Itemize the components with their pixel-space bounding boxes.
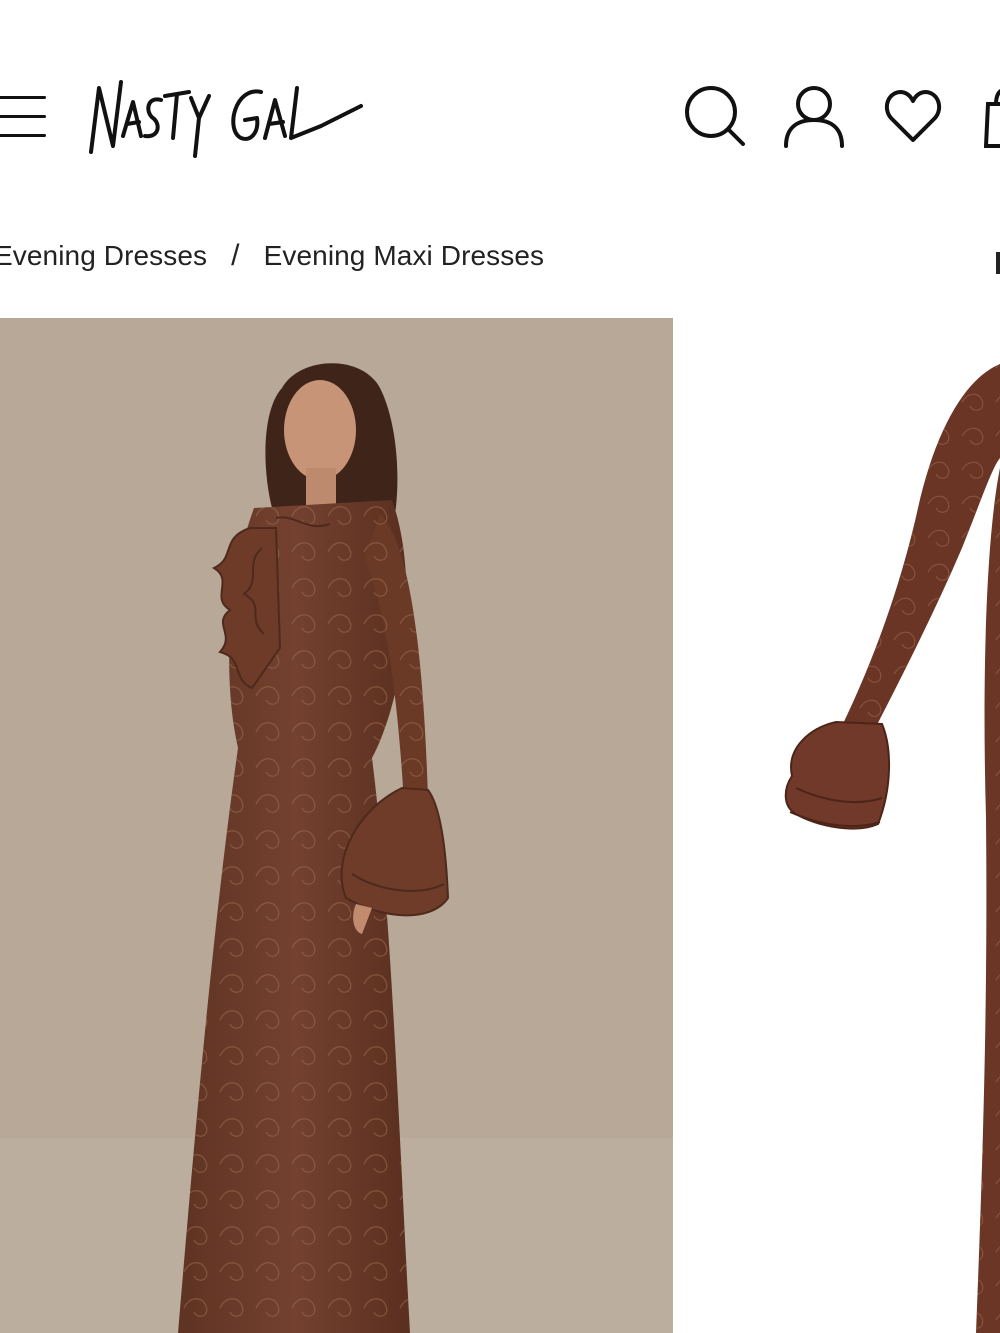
brand-logo[interactable] — [85, 66, 370, 166]
heart-icon — [884, 90, 942, 142]
account-button[interactable] — [783, 84, 845, 148]
breadcrumb-separator: / — [231, 239, 240, 272]
hamburger-menu-button[interactable] — [0, 94, 48, 140]
product-photo-illustration — [686, 318, 1000, 1333]
product-image-flatlay[interactable] — [686, 318, 1000, 1333]
bag-button[interactable] — [984, 86, 1000, 148]
search-icon — [685, 86, 745, 146]
breadcrumb: Evening Dresses / Evening Maxi Dresses — [0, 236, 544, 276]
account-icon — [784, 86, 844, 148]
breadcrumb-link-evening-dresses[interactable]: Evening Dresses — [0, 240, 207, 272]
site-header — [0, 0, 1000, 210]
product-image-gallery — [0, 318, 1000, 1333]
bag-icon — [984, 89, 1000, 148]
cut-off-text-fragment — [996, 252, 1000, 274]
product-image-model[interactable] — [0, 318, 673, 1333]
search-button[interactable] — [683, 84, 747, 148]
wishlist-button[interactable] — [884, 88, 942, 144]
breadcrumb-link-evening-maxi-dresses[interactable]: Evening Maxi Dresses — [264, 240, 545, 272]
model-photo-illustration — [0, 318, 673, 1333]
